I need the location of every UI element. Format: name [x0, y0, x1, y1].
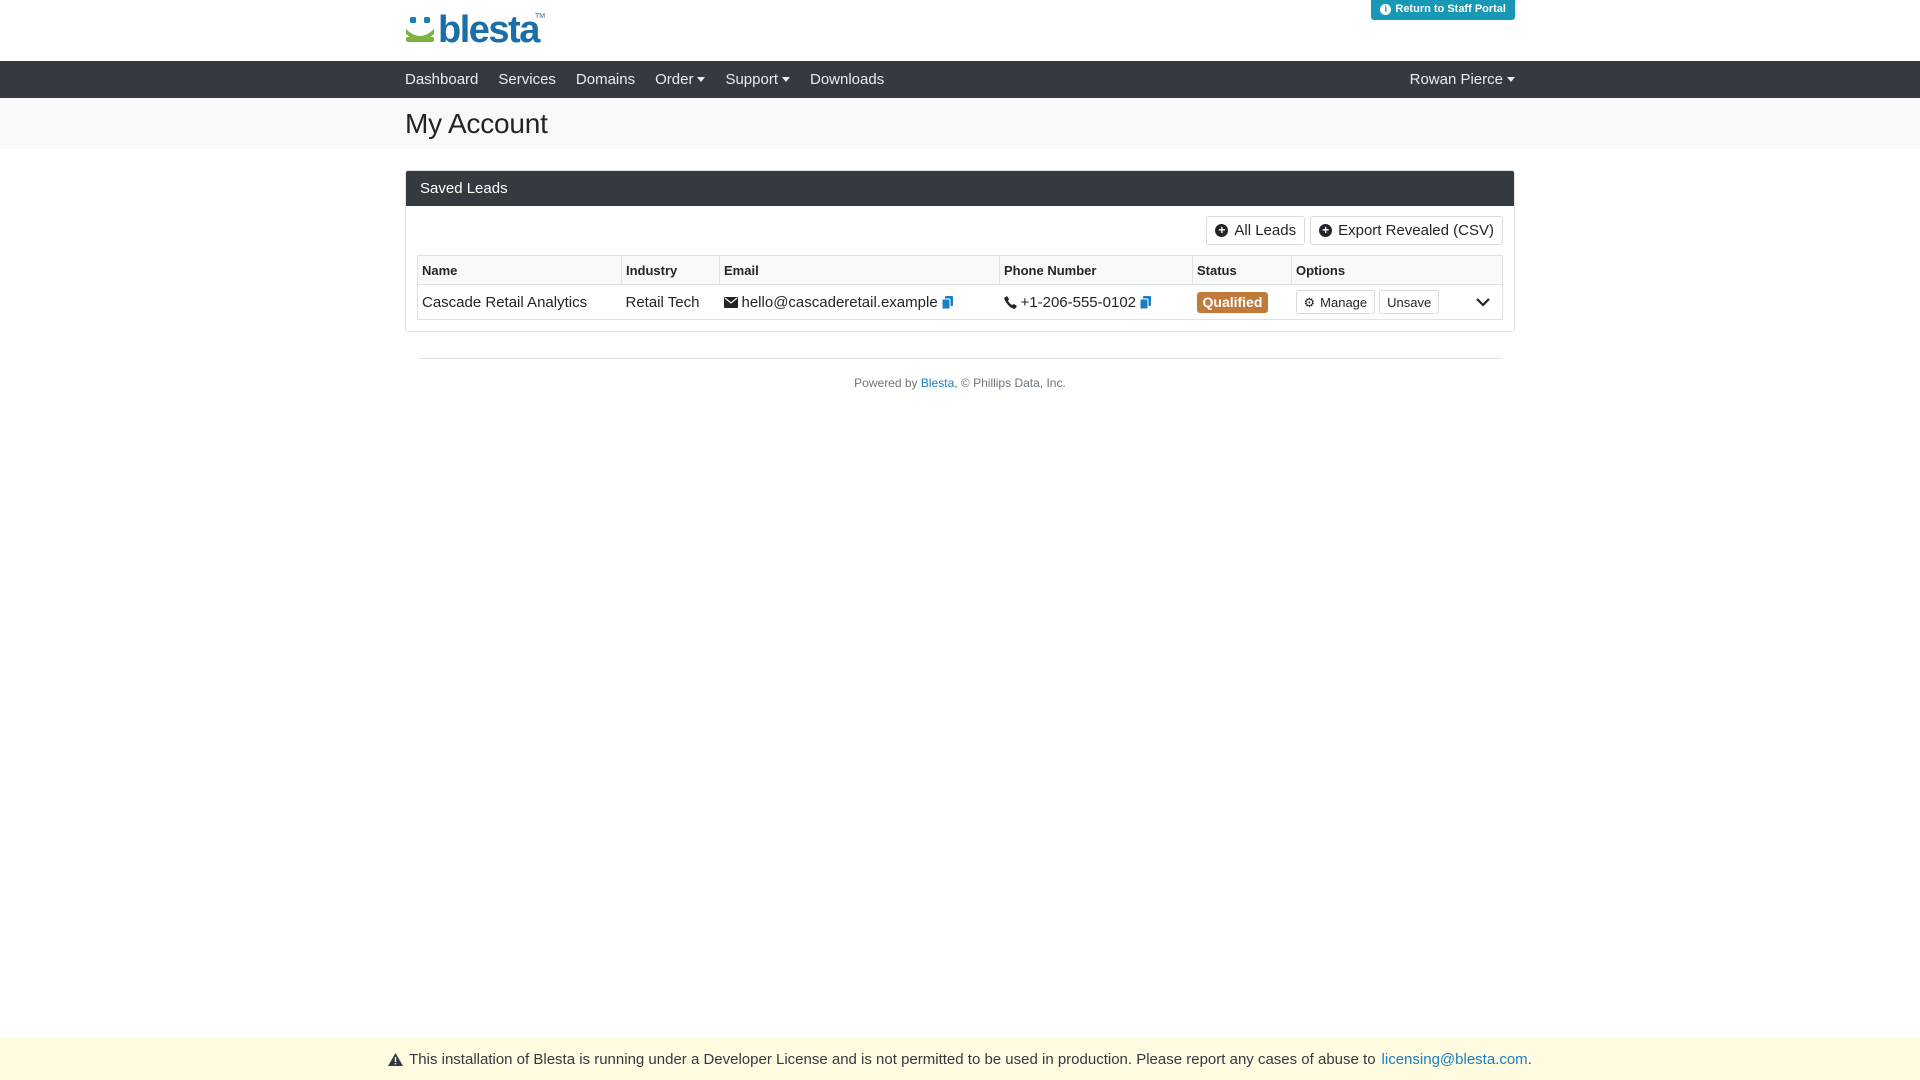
column-header-status[interactable]: Status [1192, 255, 1292, 285]
caret-down-icon [782, 77, 790, 82]
envelope-icon [723, 296, 738, 308]
all-leads-button[interactable]: + All Leads [1206, 216, 1306, 245]
export-label: Export Revealed (CSV) [1338, 222, 1494, 239]
all-leads-label: All Leads [1234, 222, 1297, 239]
copy-email-icon[interactable] [941, 295, 953, 309]
caret-down-icon [1507, 77, 1515, 82]
info-icon: i [1380, 3, 1392, 15]
page-title: My Account [405, 107, 548, 139]
lead-name: Cascade Retail Analytics [417, 284, 622, 320]
card-title: Saved Leads [406, 171, 1514, 206]
nav-item-support[interactable]: Support [715, 71, 800, 88]
export-csv-button[interactable]: + Export Revealed (CSV) [1310, 216, 1503, 245]
user-name: Rowan Pierce [1409, 71, 1503, 88]
footer-divider [418, 358, 1502, 359]
column-header-industry[interactable]: Industry [621, 255, 720, 285]
caret-down-icon [697, 77, 706, 82]
card-actions: + All Leads + Export Revealed (CSV) [417, 216, 1503, 245]
nav-item-downloads[interactable]: Downloads [800, 71, 894, 88]
return-to-staff-portal-button[interactable]: i Return to Staff Portal [1371, 0, 1515, 20]
gear-icon: ⚙ [1303, 294, 1316, 310]
manage-button[interactable]: ⚙ Manage [1295, 290, 1376, 314]
notice-text: This installation of Blesta is running u… [409, 1051, 1376, 1068]
developer-license-notice: This installation of Blesta is running u… [0, 1037, 1920, 1080]
powered-suffix: , © Phillips Data, Inc. [954, 376, 1066, 390]
notice-end: . [1527, 1051, 1532, 1068]
main-navbar: Dashboard Services Domains Order Support… [0, 61, 1920, 98]
site-header: blesta TM i Return to Staff Portal [0, 0, 1920, 61]
nav-label: Dashboard [405, 71, 479, 88]
nav-item-services[interactable]: Services [488, 71, 566, 88]
saved-leads-card: Saved Leads + All Leads + Export Reveale… [405, 170, 1515, 332]
column-header-name[interactable]: Name [417, 255, 622, 285]
leads-table: Name Industry Email Phone Number Status … [417, 255, 1503, 320]
manage-label: Manage [1320, 294, 1368, 310]
blesta-link[interactable]: Blesta [921, 376, 954, 390]
unsave-button[interactable]: Unsave [1379, 290, 1440, 314]
powered-prefix: Powered by [854, 376, 918, 390]
powered-by: Powered by Blesta, © Phillips Data, Inc. [0, 376, 1920, 390]
column-header-options: Options [1291, 255, 1503, 285]
nav-item-order[interactable]: Order [645, 71, 715, 88]
phone-icon [1003, 295, 1017, 309]
nav-label: Domains [575, 71, 636, 88]
nav-label: Support [725, 71, 778, 88]
nav-item-dashboard[interactable]: Dashboard [405, 71, 488, 88]
status-badge: Qualified [1196, 291, 1269, 313]
lead-phone: +1-206-555-0102 [1020, 293, 1137, 311]
lead-email: hello@cascaderetail.example [741, 293, 938, 311]
unsave-label: Unsave [1387, 294, 1432, 310]
nav-label: Order [655, 71, 694, 88]
trademark-mark: TM [535, 13, 546, 20]
logo-text: blesta [438, 9, 540, 51]
nav-label: Downloads [810, 71, 885, 88]
table-row: Cascade Retail Analytics Retail Tech hel… [417, 284, 1503, 320]
copy-phone-icon[interactable] [1140, 295, 1152, 309]
lead-industry: Retail Tech [621, 284, 720, 320]
plus-circle-icon: + [1215, 224, 1229, 237]
nav-label: Services [498, 71, 556, 88]
staff-portal-label: Return to Staff Portal [1395, 3, 1506, 15]
page-title-band: My Account [0, 98, 1920, 149]
column-header-phone[interactable]: Phone Number [999, 255, 1193, 285]
nav-item-domains[interactable]: Domains [566, 71, 645, 88]
table-header-row: Name Industry Email Phone Number Status … [417, 255, 1503, 285]
column-header-email[interactable]: Email [719, 255, 1000, 285]
plus-circle-icon: + [1319, 224, 1333, 237]
nav-menu: Dashboard Services Domains Order Support… [405, 71, 894, 88]
blesta-logo[interactable]: blesta TM [405, 9, 546, 51]
user-menu[interactable]: Rowan Pierce [1410, 71, 1515, 88]
licensing-email-link[interactable]: licensing@blesta.com [1382, 1051, 1528, 1068]
chevron-down-icon[interactable] [1476, 297, 1490, 307]
warning-icon [388, 1053, 404, 1066]
